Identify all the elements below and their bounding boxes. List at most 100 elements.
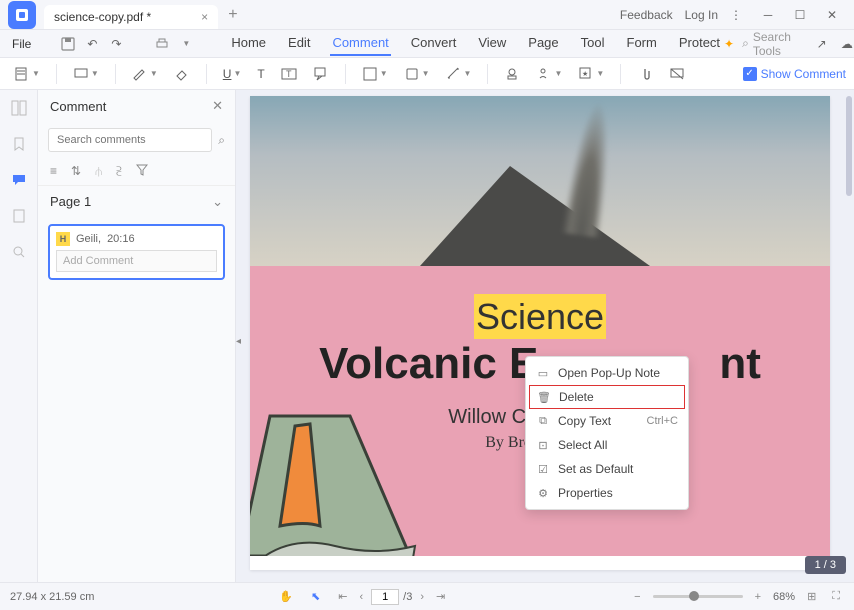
ctx-properties[interactable]: ⚙ Properties [526, 481, 688, 505]
note-tool[interactable]: ▼ [8, 62, 46, 86]
share-icon[interactable]: ↗ [813, 33, 830, 55]
add-comment-input[interactable]: Add Comment [56, 250, 217, 272]
main-tabs: Home Edit Comment Convert View Page Tool… [229, 31, 722, 56]
page-section-header[interactable]: Page 1 ⌄ [38, 185, 235, 218]
tab-title: science-copy.pdf * [54, 10, 151, 24]
panel-close-icon[interactable]: ✕ [212, 98, 223, 114]
page-indicator: 1 / 3 [805, 556, 846, 574]
page-number-input[interactable] [371, 589, 399, 605]
document-tab[interactable]: science-copy.pdf * × [44, 5, 218, 29]
filter-expand-icon[interactable]: ⫛ [95, 164, 102, 179]
pencil-tool[interactable]: ▼ [126, 62, 164, 86]
tab-tool[interactable]: Tool [579, 31, 607, 56]
underline-tool[interactable]: U▼ [217, 63, 248, 85]
ctx-select-all[interactable]: ⊡ Select All [526, 433, 688, 457]
comment-item[interactable]: H Geili, 20:16 Add Comment [48, 224, 225, 280]
doc-title: Science [250, 296, 830, 338]
tab-edit[interactable]: Edit [286, 31, 312, 56]
feedback-link[interactable]: Feedback [620, 8, 673, 22]
text-tool[interactable]: T [251, 63, 270, 85]
filter-funnel-icon[interactable] [136, 164, 148, 179]
next-page-button[interactable]: › [416, 589, 428, 605]
attachment-tool[interactable] [631, 62, 659, 86]
search-comments-input[interactable] [48, 128, 212, 152]
filter-order-icon[interactable]: ⇅ [71, 164, 81, 179]
panel-collapse-handle[interactable]: ◂ [236, 336, 241, 347]
tab-view[interactable]: View [476, 31, 508, 56]
minimize-button[interactable]: ─ [754, 3, 782, 27]
bookmarks-icon[interactable] [9, 134, 29, 154]
maximize-button[interactable]: ☐ [786, 3, 814, 27]
cloud-icon[interactable]: ☁ [838, 33, 854, 55]
comment-user: Geili, [76, 233, 101, 245]
tab-convert[interactable]: Convert [409, 31, 459, 56]
eraser-tool[interactable] [168, 62, 196, 86]
hand-tool-icon[interactable]: ✋ [275, 588, 297, 605]
zoom-in-button[interactable]: + [751, 589, 765, 605]
app-icon [8, 1, 36, 29]
left-rail [0, 90, 38, 582]
thumbnails-icon[interactable] [9, 98, 29, 118]
close-button[interactable]: ✕ [818, 3, 846, 27]
highlight-tool[interactable]: ▼ [67, 62, 105, 86]
attachments-rail-icon[interactable] [9, 206, 29, 226]
tab-home[interactable]: Home [229, 31, 268, 56]
undo-icon[interactable]: ↶ [81, 33, 103, 55]
search-tools[interactable]: ⌕ Search Tools [742, 30, 805, 58]
titlebar: science-copy.pdf * × + Feedback Log In ⋮… [0, 0, 854, 30]
print-icon[interactable] [151, 33, 173, 55]
first-page-button[interactable]: ⇤ [334, 588, 351, 605]
volcano-photo [250, 96, 830, 266]
page-total: /3 [403, 591, 412, 603]
highlighted-text[interactable]: Science [474, 294, 606, 339]
tab-page[interactable]: Page [526, 31, 560, 56]
tab-protect[interactable]: Protect [677, 31, 722, 56]
more-icon[interactable]: ⋮ [730, 8, 742, 22]
comment-time: 20:16 [107, 233, 135, 245]
callout-tool[interactable] [307, 62, 335, 86]
file-menu[interactable]: File [4, 33, 39, 55]
zoom-slider[interactable] [653, 595, 743, 598]
zoom-out-button[interactable]: − [630, 589, 644, 605]
ctx-open-popup-note[interactable]: ▭ Open Pop-Up Note [526, 361, 688, 385]
filter-sort-icon[interactable]: ≡ [50, 164, 57, 179]
ai-icon[interactable]: ✦ [724, 37, 734, 51]
hide-comment-tool[interactable] [663, 62, 691, 86]
prev-page-button[interactable]: ‹ [355, 589, 367, 605]
login-link[interactable]: Log In [685, 8, 718, 22]
save-icon[interactable] [57, 33, 79, 55]
print-dropdown-icon[interactable]: ▼ [175, 33, 197, 55]
menubar: File ↶ ↷ ▼ Home Edit Comment Convert Vie… [0, 30, 854, 58]
stamp-tool[interactable]: ▼ [398, 62, 436, 86]
stamp2-tool[interactable] [498, 62, 526, 86]
redo-icon[interactable]: ↷ [105, 33, 127, 55]
comments-rail-icon[interactable] [9, 170, 29, 190]
page-nav: ⇤ ‹ /3 › ⇥ [334, 588, 449, 605]
show-comment-toggle[interactable]: ✓ Show Comment [743, 67, 846, 81]
last-page-button[interactable]: ⇥ [432, 588, 449, 605]
ctx-delete[interactable]: 🗑 Delete [529, 385, 685, 409]
tab-close-icon[interactable]: × [201, 10, 208, 24]
ctx-set-default[interactable]: ☑ Set as Default [526, 457, 688, 481]
zoom-level: 68% [773, 591, 795, 603]
select-tool-icon[interactable]: ⬉ [307, 588, 324, 605]
tab-comment[interactable]: Comment [330, 31, 390, 56]
vertical-scrollbar[interactable] [846, 96, 852, 196]
statusbar: 27.94 x 21.59 cm ✋ ⬉ ⇤ ‹ /3 › ⇥ − + 68% … [0, 582, 854, 610]
measure-tool[interactable]: ▼ [440, 62, 478, 86]
tab-form[interactable]: Form [625, 31, 659, 56]
textbox-tool[interactable]: T [275, 62, 303, 86]
custom-stamp-tool[interactable]: ★▼ [572, 62, 610, 86]
filter-collapse-icon[interactable]: ⫔ [116, 164, 121, 179]
fullscreen-icon[interactable]: ⛶ [828, 588, 844, 605]
search-icon: ⌕ [742, 36, 749, 51]
signature-tool[interactable]: ▼ [530, 62, 568, 86]
add-tab-button[interactable]: + [228, 6, 237, 24]
ctx-copy-text[interactable]: ⧉ Copy Text Ctrl+C [526, 409, 688, 433]
fit-page-icon[interactable]: ⊞ [803, 588, 820, 605]
checkbox-checked-icon: ✓ [743, 67, 757, 81]
shape-tool[interactable]: ▼ [356, 62, 394, 86]
search-rail-icon[interactable] [9, 242, 29, 262]
titlebar-right: Feedback Log In ⋮ ─ ☐ ✕ [620, 3, 854, 27]
search-icon[interactable]: ⌕ [218, 133, 225, 148]
